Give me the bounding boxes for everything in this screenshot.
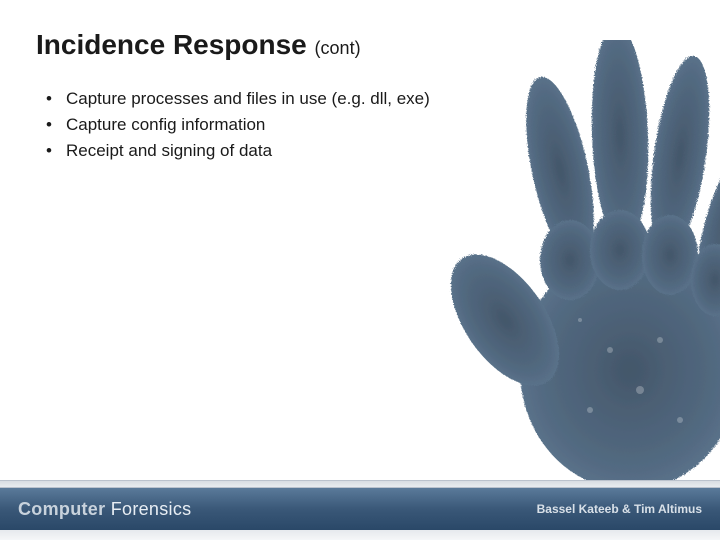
title-suffix: (cont)	[315, 38, 361, 58]
footer-divider-top	[0, 480, 720, 488]
slide-title: Incidence Response (cont)	[36, 28, 684, 62]
bullet-list: Capture processes and files in use (e.g.…	[36, 86, 684, 165]
title-main: Incidence Response	[36, 29, 307, 60]
footer-brand-strong: Computer	[18, 499, 105, 519]
bullet-item: Capture config information	[46, 112, 684, 138]
footer-brand: Computer Forensics	[18, 499, 191, 520]
slide-footer: Computer Forensics Bassel Kateeb & Tim A…	[0, 480, 720, 540]
footer-brand-light: Forensics	[111, 499, 192, 519]
footer-authors: Bassel Kateeb & Tim Altimus	[537, 502, 702, 516]
slide-content: Incidence Response (cont) Capture proces…	[0, 0, 720, 165]
footer-divider-bottom	[0, 530, 720, 540]
footer-main: Computer Forensics Bassel Kateeb & Tim A…	[0, 488, 720, 530]
bullet-item: Receipt and signing of data	[46, 138, 684, 164]
bullet-item: Capture processes and files in use (e.g.…	[46, 86, 684, 112]
slide: Incidence Response (cont) Capture proces…	[0, 0, 720, 540]
